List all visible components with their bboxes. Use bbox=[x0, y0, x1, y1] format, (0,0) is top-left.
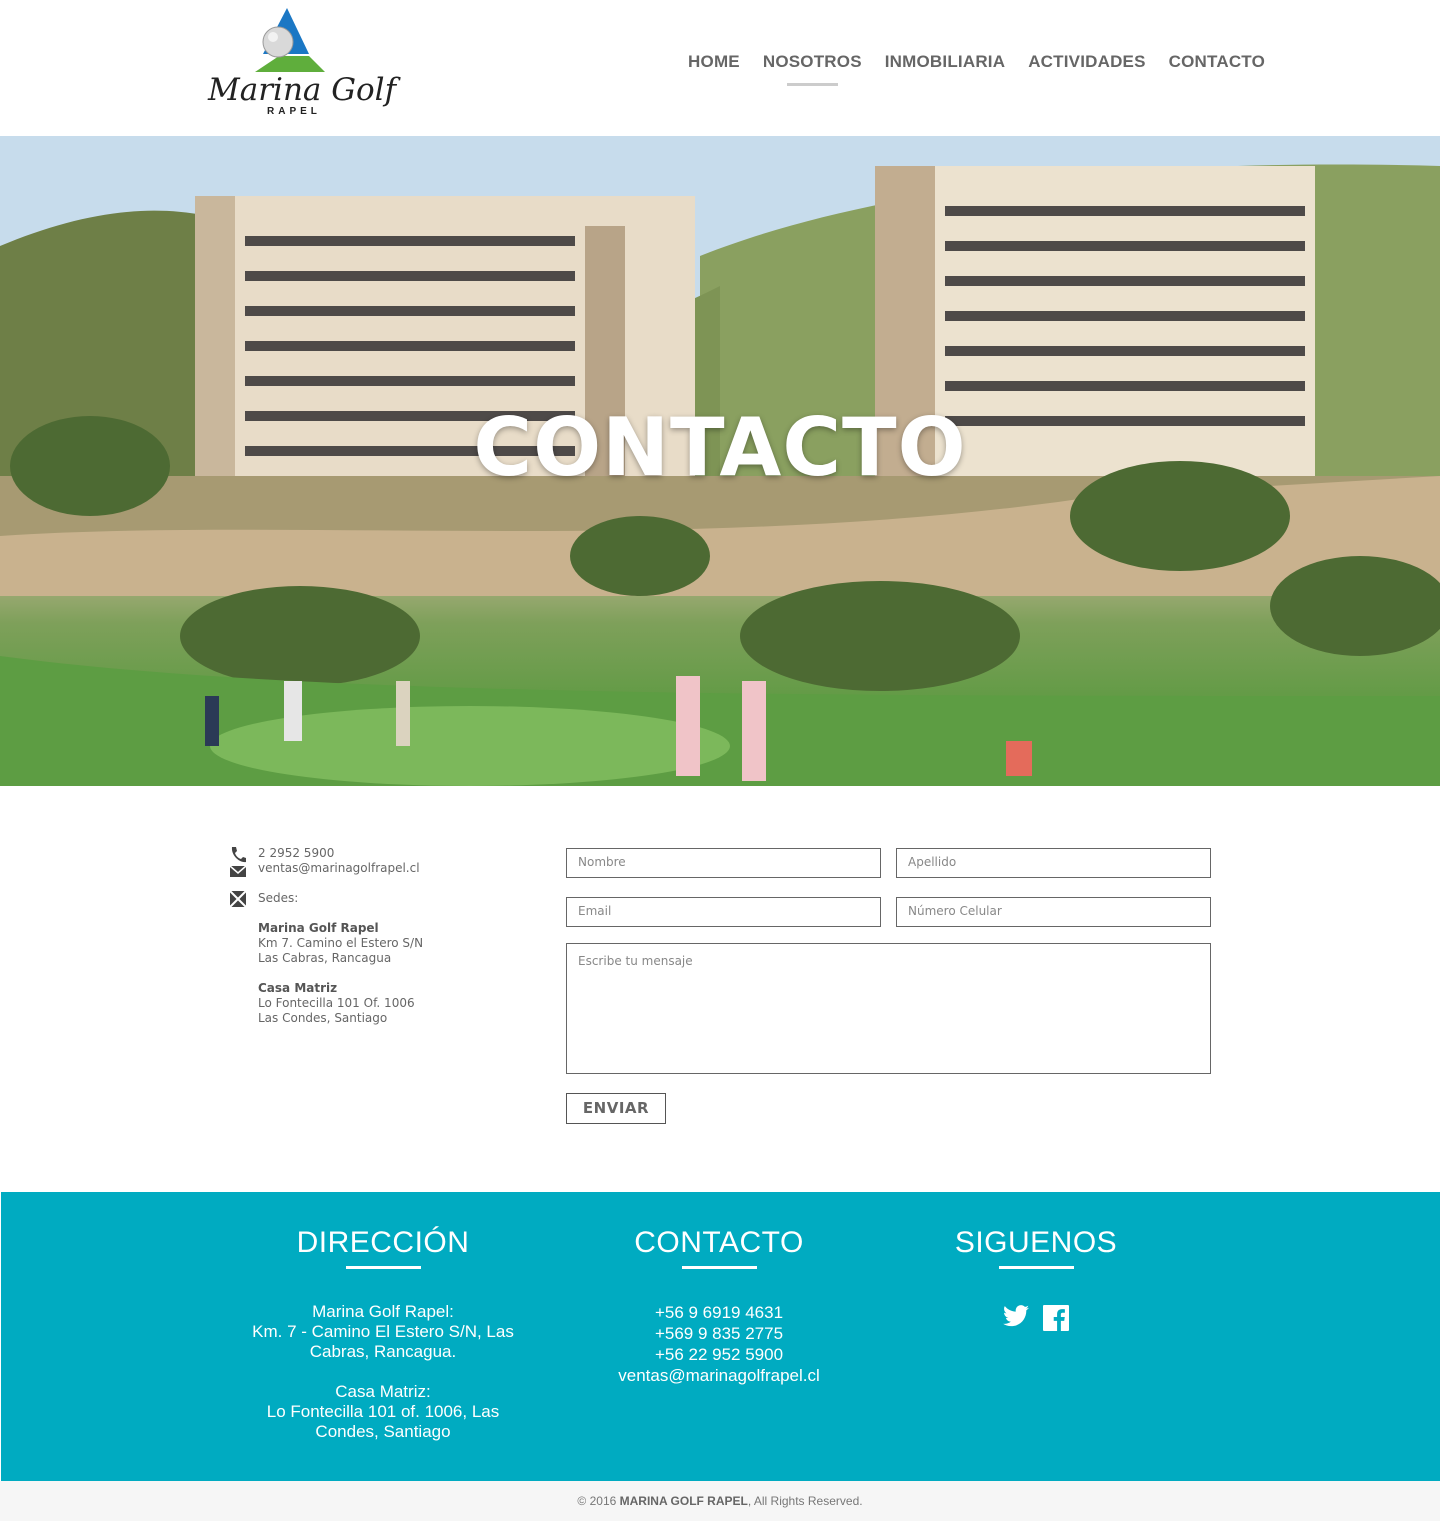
footer-direccion-l2: Km. 7 - Camino El Estero S/N, Las bbox=[252, 1322, 514, 1341]
sedes-label: Sedes: bbox=[258, 891, 299, 905]
footer-direccion-l4: Casa Matriz: bbox=[335, 1382, 431, 1401]
site-header: Marina Golf RAPEL HOME NOSOTROS INMOBILI… bbox=[0, 0, 1440, 136]
phone-row: 2 2952 5900 bbox=[228, 846, 528, 863]
footer-direccion-l5: Lo Fontecilla 101 of. 1006, Las bbox=[266, 1402, 500, 1421]
footer-contacto-title: CONTACTO bbox=[634, 1226, 804, 1259]
sede-marina: Marina Golf Rapel Km 7. Camino el Estero… bbox=[228, 921, 528, 966]
nav-home[interactable]: HOME bbox=[688, 52, 740, 72]
footer-contacto: CONTACTO +56 9 6919 4631 +569 9 835 2775… bbox=[569, 1226, 869, 1386]
email-row: ventas@marinagolfrapel.cl bbox=[228, 861, 528, 877]
footer-phone-2[interactable]: +569 9 835 2775 bbox=[569, 1323, 869, 1344]
footer-divider bbox=[345, 1266, 421, 1269]
mail-icon bbox=[229, 865, 247, 877]
apellido-input[interactable]: Apellido bbox=[896, 848, 1211, 878]
nav-inmobiliaria[interactable]: INMOBILIARIA bbox=[885, 52, 1005, 72]
hero-banner: CONTACTO bbox=[0, 136, 1440, 786]
logo-sail-icon bbox=[255, 8, 325, 72]
footer-direccion-l1: Marina Golf Rapel: bbox=[312, 1302, 454, 1321]
sede-marina-name: Marina Golf Rapel bbox=[258, 921, 379, 935]
site-footer: DIRECCIÓN Marina Golf Rapel: Km. 7 - Cam… bbox=[1, 1192, 1440, 1481]
sede-matriz-line1: Lo Fontecilla 101 Of. 1006 bbox=[258, 996, 415, 1010]
footer-siguenos: SIGUENOS bbox=[886, 1226, 1186, 1331]
main-nav: HOME NOSOTROS INMOBILIARIA ACTIVIDADES C… bbox=[665, 52, 1265, 86]
nav-contacto[interactable]: CONTACTO bbox=[1169, 52, 1265, 72]
sede-matriz-line2: Las Condes, Santiago bbox=[258, 1011, 388, 1025]
footer-direccion-title: DIRECCIÓN bbox=[296, 1226, 470, 1259]
social-links bbox=[886, 1305, 1186, 1331]
copyright-suffix: , All Rights Reserved. bbox=[747, 1494, 863, 1508]
phone-text: 2 2952 5900 bbox=[258, 846, 335, 860]
contact-info: 2 2952 5900 ventas@marinagolfrapel.cl Se… bbox=[228, 846, 528, 1026]
logo[interactable]: Marina Golf RAPEL bbox=[205, 6, 396, 118]
logo-wordmark: Marina Golf bbox=[208, 72, 397, 108]
nav-actividades[interactable]: ACTIVIDADES bbox=[1028, 52, 1145, 72]
footer-direccion-l6: Condes, Santiago bbox=[315, 1422, 451, 1441]
footer-email[interactable]: ventas@marinagolfrapel.cl bbox=[569, 1365, 869, 1386]
facebook-icon[interactable] bbox=[1043, 1305, 1069, 1331]
email-text[interactable]: ventas@marinagolfrapel.cl bbox=[258, 861, 420, 875]
footer-siguenos-title: SIGUENOS bbox=[954, 1226, 1118, 1259]
footer-direccion: DIRECCIÓN Marina Golf Rapel: Km. 7 - Cam… bbox=[233, 1226, 533, 1442]
nombre-input[interactable]: Nombre bbox=[566, 848, 881, 878]
copyright-bar: © 2016 MARINA GOLF RAPEL, All Rights Res… bbox=[0, 1481, 1440, 1521]
enviar-button[interactable]: ENVIAR bbox=[566, 1093, 666, 1124]
footer-direccion-l3: Cabras, Rancagua. bbox=[309, 1342, 457, 1361]
footer-divider bbox=[681, 1266, 757, 1269]
hero-title: CONTACTO bbox=[473, 401, 967, 494]
sede-marina-line2: Las Cabras, Rancagua bbox=[258, 951, 392, 965]
sedes-row: Sedes: bbox=[228, 890, 528, 908]
map-icon bbox=[229, 890, 247, 908]
sede-matriz: Casa Matriz Lo Fontecilla 101 Of. 1006 L… bbox=[228, 981, 528, 1026]
sede-marina-line1: Km 7. Camino el Estero S/N bbox=[258, 936, 424, 950]
mensaje-textarea[interactable]: Escribe tu mensaje bbox=[566, 943, 1211, 1074]
copyright-brand: MARINA GOLF RAPEL bbox=[619, 1494, 748, 1508]
footer-phone-1[interactable]: +56 9 6919 4631 bbox=[569, 1302, 869, 1323]
sede-matriz-name: Casa Matriz bbox=[258, 981, 338, 995]
logo-subtitle: RAPEL bbox=[267, 106, 321, 117]
footer-phone-3[interactable]: +56 22 952 5900 bbox=[569, 1344, 869, 1365]
copyright-prefix: © 2016 bbox=[577, 1494, 617, 1508]
nav-nosotros[interactable]: NOSOTROS bbox=[763, 52, 862, 86]
celular-input[interactable]: Número Celular bbox=[896, 897, 1211, 927]
footer-divider bbox=[998, 1266, 1074, 1269]
twitter-icon[interactable] bbox=[1003, 1305, 1029, 1327]
email-input[interactable]: Email bbox=[566, 897, 881, 927]
